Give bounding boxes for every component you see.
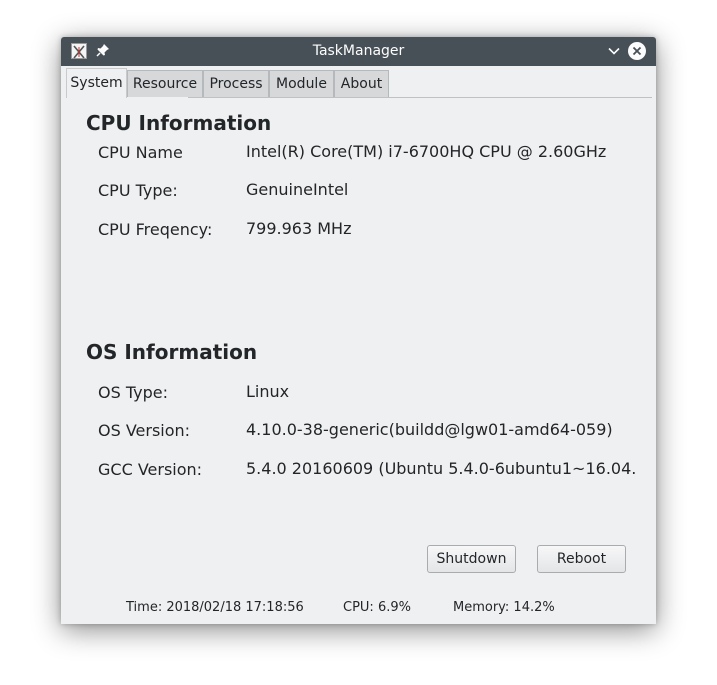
pin-icon[interactable]: [95, 42, 111, 58]
cpu-name-value: Intel(R) Core(TM) i7-6700HQ CPU @ 2.60GH…: [246, 142, 607, 161]
os-info-heading: OS Information: [86, 340, 258, 364]
cpu-name-label: CPU Name: [98, 143, 183, 162]
tab-system[interactable]: System: [66, 68, 127, 98]
cpu-frequency-label: CPU Freqency:: [98, 220, 213, 239]
tab-resource[interactable]: Resource: [127, 70, 203, 97]
gcc-version-label: GCC Version:: [98, 460, 203, 479]
gcc-version-value: 5.4.0 20160609 (Ubuntu 5.4.0-6ubuntu1~16…: [246, 459, 637, 478]
app-icon[interactable]: [71, 43, 87, 59]
cpu-info-heading: CPU Information: [86, 111, 272, 135]
window-title: TaskManager: [312, 43, 405, 59]
tab-divider: [188, 97, 652, 98]
close-icon[interactable]: [627, 41, 647, 61]
tab-process[interactable]: Process: [203, 70, 269, 97]
taskmanager-window: TaskManager System Resource Process Modu…: [61, 37, 656, 624]
os-version-label: OS Version:: [98, 421, 191, 440]
cpu-type-value: GenuineIntel: [246, 180, 349, 199]
tab-module[interactable]: Module: [269, 70, 334, 97]
status-memory: Memory: 14.2%: [453, 600, 555, 615]
os-type-label: OS Type:: [98, 383, 168, 402]
os-version-value: 4.10.0-38-generic(buildd@lgw01-amd64-059…: [246, 420, 613, 439]
title-bar[interactable]: TaskManager: [61, 37, 656, 66]
tab-about[interactable]: About: [334, 70, 389, 97]
gcc-version-clip: 5.4.0 20160609 (Ubuntu 5.4.0-6ubuntu1~16…: [246, 459, 637, 478]
os-type-value: Linux: [246, 382, 290, 401]
status-cpu: CPU: 6.9%: [343, 600, 411, 615]
shutdown-button[interactable]: Shutdown: [427, 545, 516, 573]
reboot-button[interactable]: Reboot: [537, 545, 626, 573]
chevron-down-icon[interactable]: [606, 43, 622, 59]
status-time: Time: 2018/02/18 17:18:56: [126, 600, 304, 615]
cpu-frequency-value: 799.963 MHz: [246, 219, 352, 238]
cpu-type-label: CPU Type:: [98, 181, 178, 200]
